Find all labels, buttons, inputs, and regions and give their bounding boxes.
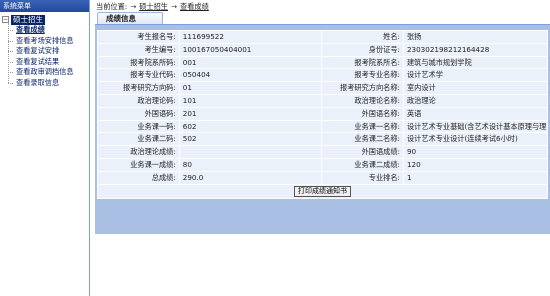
field-value: 290.0: [178, 170, 323, 185]
field-label: 身份证号:: [321, 42, 404, 57]
field-value: 设计艺术专业基础(含艺术设计基本原理与理: [402, 119, 549, 134]
table-row: 业务课一码: 602 业务课一名称: 设计艺术专业基础(含艺术设计基本原理与理: [97, 119, 549, 134]
button-cell: 打印成绩通知书: [97, 183, 548, 199]
field-label: 业务课一名称:: [321, 119, 404, 134]
field-value: [178, 145, 323, 159]
field-value: 120: [402, 157, 549, 172]
field-value: 建筑与城市规划学院: [402, 55, 549, 70]
field-label: 政治理论成绩:: [97, 145, 180, 159]
field-value: 502: [178, 132, 323, 147]
field-label: 外国语成绩:: [321, 145, 404, 159]
print-score-notice-button[interactable]: 打印成绩通知书: [294, 186, 351, 198]
table-row: 报考专业代码: 050404 报考专业名称: 设计艺术学: [97, 68, 549, 83]
field-value: 201: [178, 106, 323, 121]
field-label: 政治理论码:: [97, 93, 180, 108]
breadcrumb: 当前位置: → 硕士招生 → 查看成绩: [96, 1, 209, 12]
breadcrumb-arrow-icon: →: [130, 2, 137, 11]
field-label: 报考研究方向名称:: [321, 81, 404, 95]
sidebar-item[interactable]: 查看成绩: [8, 25, 89, 36]
button-row: 打印成绩通知书: [97, 183, 548, 199]
tree-children: 查看成绩 查看考场安排信息 查看复试安排 查看复试结果 查看政审调档信息 查看录取信息: [0, 23, 89, 89]
score-info-table: 考生报名号: 111699522 姓名: 张扬 考生编号: 100167050404001…: [97, 30, 549, 199]
table-row: 政治理论成绩: 外国语成绩: 90: [97, 145, 549, 159]
field-label: 外国语码:: [97, 106, 180, 121]
field-label: 报考专业代码:: [97, 68, 180, 83]
sidebar-item[interactable]: 查看复试安排: [8, 46, 89, 57]
table-row: 报考研究方向码: 01 报考研究方向名称: 室内设计: [97, 81, 549, 95]
field-label: 业务课二码:: [97, 132, 180, 147]
field-label: 外国语名称:: [321, 106, 404, 121]
field-value: 602: [178, 119, 323, 134]
field-value: 111699522: [178, 30, 323, 44]
panel-blank-area: [95, 234, 550, 296]
sidebar-item[interactable]: 查看录取信息: [8, 78, 89, 89]
breadcrumb-link-level2[interactable]: 查看成绩: [180, 1, 209, 12]
breadcrumb-prefix: 当前位置:: [96, 2, 128, 11]
sidebar-header: 系统菜单: [0, 0, 89, 12]
sidebar-item[interactable]: 查看复试结果: [8, 57, 89, 68]
field-value: 设计艺术专业设计(连续考试6小时): [402, 132, 549, 147]
field-label: 业务课二名称:: [321, 132, 404, 147]
field-label: 考生报名号:: [97, 30, 180, 44]
tree-node-root[interactable]: − 硕士招生: [0, 14, 89, 25]
field-value: 90: [402, 145, 549, 159]
table-row: 政治理论码: 101 政治理论名称: 政治理论: [97, 93, 549, 108]
field-value: 设计艺术学: [402, 68, 549, 83]
field-label: 报考专业名称:: [321, 68, 404, 83]
main-panel: 成绩信息 考生报名号: 111699522 姓名: 张扬 考生编号: 1001670504…: [95, 12, 550, 296]
sidebar-item[interactable]: 查看考场安排信息: [8, 36, 89, 47]
field-label: 总成绩:: [97, 170, 180, 185]
field-label: 报考院系所名:: [321, 55, 404, 70]
field-value: 100167050404001: [178, 42, 323, 57]
collapse-toggle-icon[interactable]: −: [2, 16, 9, 23]
table-row: 考生报名号: 111699522 姓名: 张扬: [97, 30, 549, 44]
field-value: 1: [402, 170, 549, 185]
field-value: 英语: [402, 106, 549, 121]
field-value: 政治理论: [402, 93, 549, 108]
breadcrumb-link-level1[interactable]: 硕士招生: [139, 1, 168, 12]
table-row: 业务课一成绩: 80 业务课二成绩: 120: [97, 157, 549, 172]
field-value: 01: [178, 81, 323, 95]
field-label: 业务课二成绩:: [321, 157, 404, 172]
field-label: 业务课一成绩:: [97, 157, 180, 172]
field-value: 230302198212164428: [402, 42, 549, 57]
field-value: 001: [178, 55, 323, 70]
field-value: 101: [178, 93, 323, 108]
field-value: 张扬: [402, 30, 549, 44]
sidebar-item[interactable]: 查看政审调档信息: [8, 67, 89, 78]
menu-tree: − 硕士招生 查看成绩 查看考场安排信息 查看复试安排 查看复试结果 查看政审调档信息查…: [0, 12, 89, 88]
sidebar: 系统菜单 − 硕士招生 查看成绩 查看考场安排信息 查看复试安排 查看复试结果 查看政审…: [0, 0, 90, 296]
breadcrumb-arrow-icon: →: [170, 2, 178, 11]
field-label: 政治理论名称:: [321, 93, 404, 108]
field-label: 姓名:: [321, 30, 404, 44]
table-row: 报考院系所码: 001 报考院系所名: 建筑与城市规划学院: [97, 55, 549, 70]
table-row: 业务课二码: 502 业务课二名称: 设计艺术专业设计(连续考试6小时): [97, 132, 549, 147]
field-value: 050404: [178, 68, 323, 83]
panel-tab-title: 成绩信息: [97, 12, 163, 24]
field-label: 报考研究方向码:: [97, 81, 180, 95]
table-row: 考生编号: 100167050404001 身份证号: 230302198212164…: [97, 42, 549, 57]
field-label: 业务课一码:: [97, 119, 180, 134]
tree-root-label[interactable]: 硕士招生: [11, 14, 45, 25]
table-row: 总成绩: 290.0 专业排名: 1: [97, 170, 549, 185]
table-row: 外国语码: 201 外国语名称: 英语: [97, 106, 549, 121]
panel-footer-bar: [95, 220, 550, 234]
field-label: 报考院系所码:: [97, 55, 180, 70]
field-value: 室内设计: [402, 81, 549, 95]
field-label: 专业排名:: [321, 170, 404, 185]
field-label: 考生编号:: [97, 42, 180, 57]
field-value: 80: [178, 157, 323, 172]
